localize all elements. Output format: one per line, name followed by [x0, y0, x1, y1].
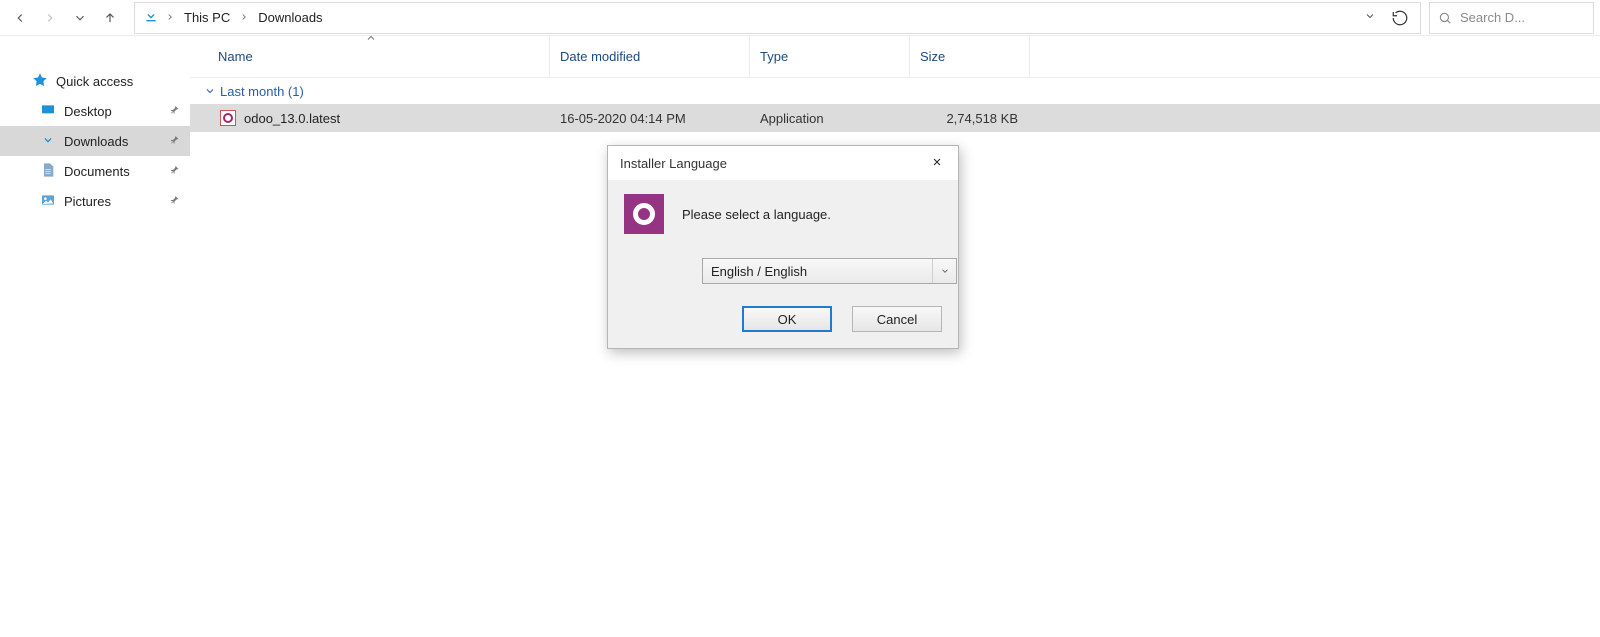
app-file-icon — [220, 110, 236, 126]
file-date: 16-05-2020 04:14 PM — [550, 111, 750, 126]
desktop-icon — [40, 102, 56, 121]
column-header-type[interactable]: Type — [750, 36, 910, 77]
chevron-down-icon — [204, 85, 216, 97]
language-select[interactable]: English / English — [702, 258, 957, 284]
file-type: Application — [750, 111, 910, 126]
odoo-logo-icon — [624, 194, 664, 234]
download-arrow-icon — [40, 132, 56, 151]
column-header-date[interactable]: Date modified — [550, 36, 750, 77]
breadcrumb-this-pc[interactable]: This PC — [181, 8, 233, 27]
search-box[interactable]: Search D... — [1429, 2, 1594, 34]
back-button[interactable] — [6, 4, 34, 32]
sidebar-item-pictures[interactable]: Pictures — [0, 186, 190, 216]
history-dropdown[interactable] — [66, 4, 94, 32]
sidebar-item-label: Desktop — [64, 104, 112, 119]
ok-button[interactable]: OK — [742, 306, 832, 332]
address-dropdown-icon[interactable] — [1364, 10, 1376, 25]
forward-button — [36, 4, 64, 32]
group-header-last-month[interactable]: Last month (1) — [190, 78, 1600, 104]
chevron-down-icon — [932, 259, 956, 283]
column-headers: Name Date modified Type Size — [190, 36, 1600, 78]
refresh-button[interactable] — [1386, 4, 1414, 32]
sidebar-item-desktop[interactable]: Desktop — [0, 96, 190, 126]
group-header-label: Last month (1) — [220, 84, 304, 99]
cancel-button[interactable]: Cancel — [852, 306, 942, 332]
document-icon — [40, 162, 56, 181]
chevron-right-icon — [165, 10, 175, 25]
sidebar-item-label: Documents — [64, 164, 130, 179]
close-icon — [931, 156, 943, 168]
address-bar[interactable]: This PC Downloads — [134, 2, 1421, 34]
up-button[interactable] — [96, 4, 124, 32]
dialog-title-bar[interactable]: Installer Language — [608, 146, 958, 180]
installer-language-dialog: Installer Language Please select a langu… — [607, 145, 959, 349]
sort-indicator-icon — [365, 32, 377, 47]
pin-icon — [168, 104, 180, 119]
sidebar-item-documents[interactable]: Documents — [0, 156, 190, 186]
file-name: odoo_13.0.latest — [244, 111, 340, 126]
search-placeholder: Search D... — [1460, 10, 1525, 25]
file-size: 2,74,518 KB — [910, 111, 1030, 126]
sidebar-item-label: Downloads — [64, 134, 128, 149]
column-header-size[interactable]: Size — [910, 36, 1030, 77]
dialog-message: Please select a language. — [682, 207, 831, 222]
sidebar-item-downloads[interactable]: Downloads — [0, 126, 190, 156]
search-icon — [1438, 11, 1452, 25]
sidebar-item-label: Pictures — [64, 194, 111, 209]
dialog-close-button[interactable] — [922, 150, 952, 174]
dialog-title: Installer Language — [620, 156, 727, 171]
breadcrumb-downloads[interactable]: Downloads — [255, 8, 325, 27]
sidebar-item-quick-access[interactable]: Quick access — [0, 66, 190, 96]
navigation-pane: Quick access Desktop Downloads Documents — [0, 36, 190, 637]
sidebar-item-label: Quick access — [56, 74, 133, 89]
pin-icon — [168, 194, 180, 209]
file-row[interactable]: odoo_13.0.latest 16-05-2020 04:14 PM App… — [190, 104, 1600, 132]
pin-icon — [168, 134, 180, 149]
pin-icon — [168, 164, 180, 179]
language-selected-value: English / English — [711, 264, 807, 279]
downloads-folder-icon — [143, 8, 159, 27]
star-icon — [32, 72, 48, 91]
chevron-right-icon — [239, 10, 249, 25]
picture-icon — [40, 192, 56, 211]
